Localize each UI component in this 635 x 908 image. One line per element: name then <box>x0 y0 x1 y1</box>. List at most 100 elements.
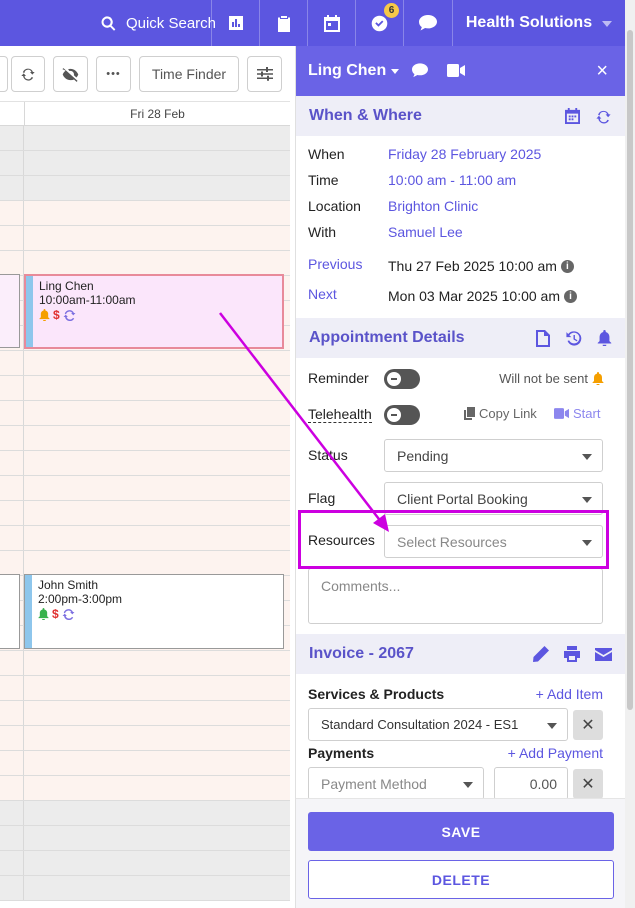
time-slot-row[interactable] <box>0 351 290 376</box>
appointment-card-selected[interactable]: Ling Chen 10:00am-11:00am $ <box>24 274 284 349</box>
time-value[interactable]: 10:00 am - 11:00 am <box>388 172 516 188</box>
envelope-icon[interactable] <box>595 647 612 661</box>
info-icon[interactable]: i <box>564 289 577 303</box>
history-icon[interactable] <box>565 330 582 347</box>
time-slot-row[interactable] <box>0 501 290 526</box>
service-select[interactable]: Standard Consultation 2024 - ES1 <box>308 708 568 741</box>
start-telehealth-button[interactable]: Start <box>554 406 600 421</box>
refresh-button[interactable] <box>11 56 45 92</box>
reminder-label: Reminder <box>308 370 369 386</box>
resources-highlight-box <box>298 510 609 569</box>
telehealth-toggle[interactable] <box>384 405 420 425</box>
time-gutter <box>0 526 24 550</box>
previous-day-appointment[interactable] <box>0 274 20 348</box>
time-slot-row[interactable] <box>0 376 290 401</box>
calendar-icon[interactable] <box>565 108 580 124</box>
time-gutter <box>0 851 24 875</box>
client-name-dropdown[interactable]: Ling Chen <box>308 62 400 80</box>
time-gutter <box>0 151 24 175</box>
payment-amount-input[interactable]: 0.00 <box>494 767 568 800</box>
save-button[interactable]: SAVE <box>308 812 614 851</box>
printer-icon[interactable] <box>564 646 580 662</box>
time-slot-row[interactable] <box>0 701 290 726</box>
time-slot-row[interactable] <box>0 851 290 876</box>
remove-payment-button[interactable]: ✕ <box>573 769 603 799</box>
chevron-down-icon <box>463 782 473 788</box>
messages-button[interactable] <box>403 0 452 46</box>
calendar-grid: Fri 28 Feb Ling Chen 10:00am-11:00am $ J… <box>0 102 290 908</box>
pencil-icon[interactable] <box>533 646 549 662</box>
time-slot-row[interactable] <box>0 676 290 701</box>
time-slot-row[interactable] <box>0 401 290 426</box>
eye-slash-icon <box>62 67 79 82</box>
hide-button[interactable] <box>53 56 88 92</box>
scrollbar-thumb[interactable] <box>627 30 633 710</box>
clipboard-icon <box>277 15 290 32</box>
refresh-icon <box>21 68 35 81</box>
remove-service-button[interactable]: ✕ <box>573 710 603 740</box>
appointment-card[interactable]: John Smith 2:00pm-3:00pm $ <box>24 574 284 649</box>
time-slot-row[interactable] <box>0 476 290 501</box>
delete-button[interactable]: DELETE <box>308 860 614 899</box>
time-slot-row[interactable] <box>0 251 290 276</box>
add-payment-link[interactable]: + Add Payment <box>508 745 603 761</box>
time-slot-row[interactable] <box>0 826 290 851</box>
bar-chart-icon <box>228 16 243 30</box>
copy-link-button[interactable]: Copy Link <box>464 406 537 421</box>
reminder-toggle[interactable] <box>384 369 420 389</box>
time-slot-row[interactable] <box>0 876 290 901</box>
reports-button[interactable] <box>211 0 259 46</box>
previous-appointment-row: Thu 27 Feb 2025 10:00 am i <box>388 258 574 274</box>
organization-menu[interactable]: Health Solutions <box>452 0 625 46</box>
status-value: Pending <box>397 447 449 464</box>
service-value: Standard Consultation 2024 - ES1 <box>321 717 519 732</box>
more-options-button[interactable]: ••• <box>96 56 131 92</box>
appointment-color-stripe <box>25 575 32 648</box>
time-finder-button[interactable]: Time Finder <box>139 56 239 92</box>
time-slot-row[interactable] <box>0 176 290 201</box>
time-slot-row[interactable] <box>0 151 290 176</box>
time-slot-row[interactable] <box>0 201 290 226</box>
status-label: Status <box>308 447 348 463</box>
when-value[interactable]: Friday 28 February 2025 <box>388 146 541 162</box>
time-slot-row[interactable] <box>0 726 290 751</box>
video-camera-icon[interactable] <box>447 64 465 77</box>
time-slot-row[interactable] <box>0 776 290 801</box>
time-slot-row[interactable] <box>0 126 290 151</box>
time-slot-row[interactable] <box>0 651 290 676</box>
payment-method-select[interactable]: Payment Method <box>308 767 484 800</box>
chevron-down-icon <box>391 68 400 74</box>
time-slot-row[interactable] <box>0 226 290 251</box>
add-item-link[interactable]: + Add Item <box>536 686 603 702</box>
info-icon[interactable]: i <box>560 259 574 273</box>
time-gutter <box>0 726 24 750</box>
refresh-icon[interactable] <box>595 108 612 125</box>
toolbar-partial-button[interactable] <box>0 56 8 92</box>
close-panel-button[interactable]: × <box>596 60 608 83</box>
previous-appointment-link[interactable]: Previous <box>308 256 362 272</box>
time-slot-row[interactable] <box>0 526 290 551</box>
next-appointment-row: Mon 03 Mar 2025 10:00 am i <box>388 288 577 304</box>
comments-textarea[interactable]: Comments... <box>308 568 603 624</box>
time-gutter <box>0 676 24 700</box>
time-slot-row[interactable] <box>0 751 290 776</box>
status-select[interactable]: Pending <box>384 439 603 472</box>
when-label: When <box>308 146 345 162</box>
time-slot-row[interactable] <box>0 426 290 451</box>
document-icon[interactable] <box>536 329 550 347</box>
calendar-button[interactable] <box>307 0 355 46</box>
next-appointment-link[interactable]: Next <box>308 286 337 302</box>
tasks-button[interactable]: 6 <box>355 0 403 46</box>
clipboard-button[interactable] <box>259 0 307 46</box>
previous-day-appointment[interactable] <box>0 574 20 649</box>
bell-icon[interactable] <box>597 330 612 346</box>
time-slot-row[interactable] <box>0 801 290 826</box>
chat-bubble-icon[interactable] <box>412 63 428 78</box>
time-slot-row[interactable] <box>0 551 290 576</box>
filter-settings-button[interactable] <box>247 56 282 92</box>
close-icon: ✕ <box>581 776 595 793</box>
page-scrollbar[interactable] <box>625 0 635 908</box>
location-value[interactable]: Brighton Clinic <box>388 198 478 214</box>
with-value[interactable]: Samuel Lee <box>388 224 463 240</box>
time-slot-row[interactable] <box>0 451 290 476</box>
